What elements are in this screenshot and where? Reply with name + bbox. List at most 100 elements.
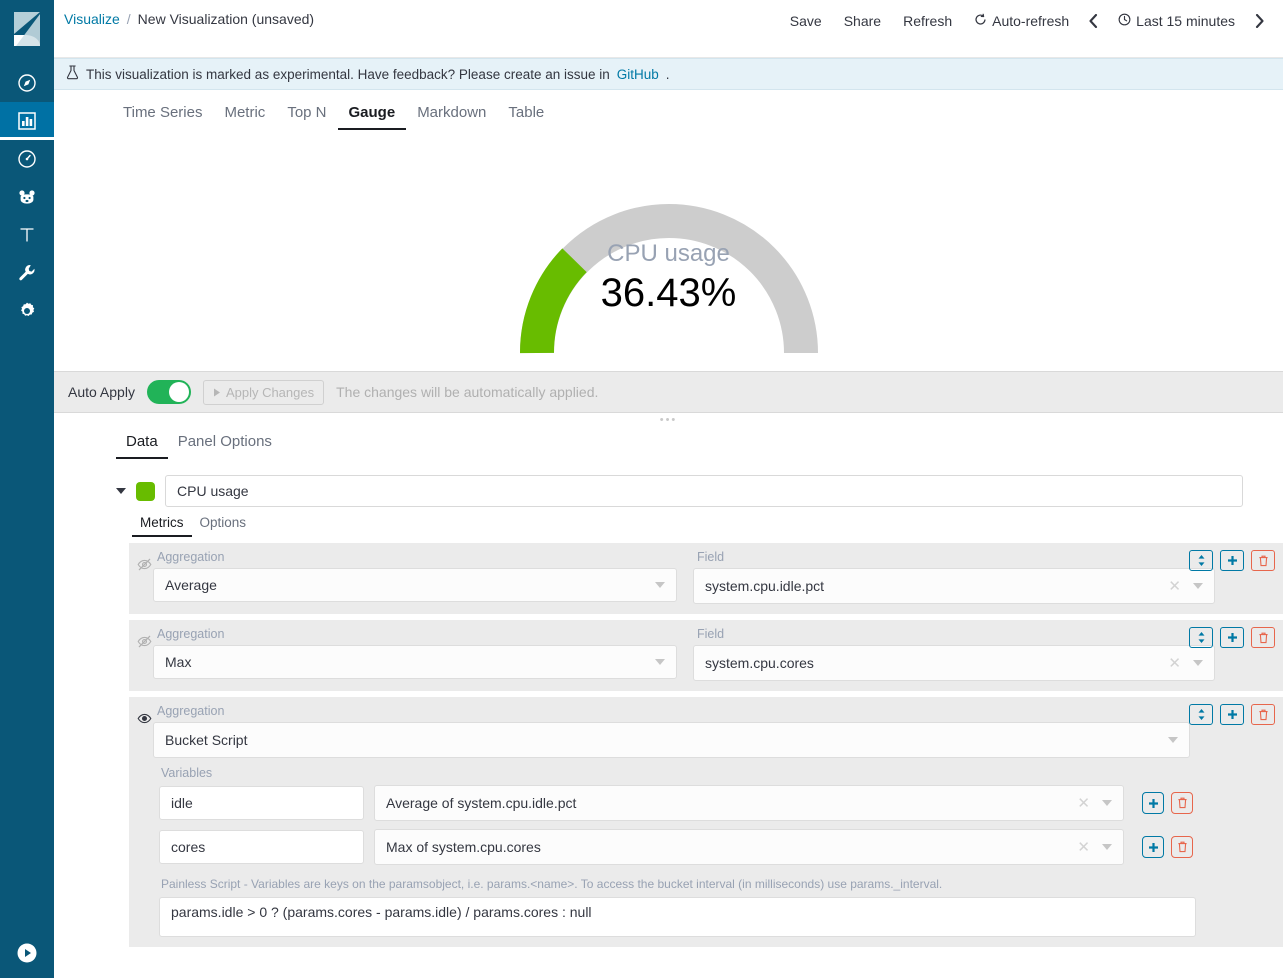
sidebar-item-dashboard[interactable] bbox=[0, 140, 54, 178]
tab-data[interactable]: Data bbox=[116, 430, 168, 459]
sidebar-item-dev-tools[interactable] bbox=[0, 254, 54, 292]
top-bar: Visualize / New Visualization (unsaved) … bbox=[54, 0, 1283, 58]
variable-metric-value: Average of system.cpu.idle.pct bbox=[386, 795, 1070, 811]
field-column: Field system.cpu.cores ✕ bbox=[693, 627, 1215, 681]
aggregation-select[interactable]: Max bbox=[153, 645, 677, 679]
add-metric-button[interactable] bbox=[1220, 704, 1244, 725]
auto-apply-toggle[interactable] bbox=[147, 380, 191, 404]
field-select[interactable]: system.cpu.idle.pct ✕ bbox=[693, 568, 1215, 604]
variable-row: Max of system.cpu.cores ✕ bbox=[159, 829, 1275, 873]
field-label: Field bbox=[693, 550, 1215, 568]
nav-item-list bbox=[0, 64, 54, 330]
callout-period: . bbox=[666, 67, 670, 82]
chevron-down-icon bbox=[655, 582, 665, 588]
chevron-down-icon bbox=[1193, 583, 1203, 589]
time-next-button[interactable] bbox=[1246, 12, 1273, 30]
field-label: Field bbox=[693, 627, 1215, 645]
add-variable-button[interactable] bbox=[1142, 792, 1164, 814]
chevron-down-icon bbox=[1193, 660, 1203, 666]
variable-name-input[interactable] bbox=[159, 786, 364, 820]
aggregation-column: Aggregation Bucket Script bbox=[153, 704, 1275, 758]
clear-icon[interactable]: ✕ bbox=[1070, 794, 1097, 812]
variable-name-input[interactable] bbox=[159, 830, 364, 864]
painless-script-input[interactable]: params.idle > 0 ? (params.cores - params… bbox=[159, 897, 1196, 937]
apply-changes-button[interactable]: Apply Changes bbox=[203, 380, 324, 405]
chevron-down-icon bbox=[655, 659, 665, 665]
sidebar-item-management[interactable] bbox=[0, 292, 54, 330]
aggregation-select[interactable]: Bucket Script bbox=[153, 722, 1190, 758]
aggregation-label: Aggregation bbox=[153, 704, 1275, 722]
play-icon bbox=[213, 385, 221, 400]
save-button[interactable]: Save bbox=[779, 11, 833, 31]
eye-open-icon bbox=[137, 712, 152, 730]
breadcrumb-visualize[interactable]: Visualize bbox=[64, 11, 120, 27]
share-button[interactable]: Share bbox=[833, 11, 892, 31]
tab-metrics[interactable]: Metrics bbox=[132, 513, 192, 537]
kibana-logo[interactable] bbox=[0, 0, 54, 58]
painless-script-help: Painless Script - Variables are keys on … bbox=[159, 873, 1275, 897]
bucket-script-inner: Variables Average of system.cpu.idle.pct… bbox=[129, 760, 1275, 937]
refresh-button[interactable]: Refresh bbox=[892, 11, 963, 31]
tab-table[interactable]: Table bbox=[497, 101, 555, 130]
series-collapse-caret[interactable] bbox=[116, 488, 126, 494]
tab-options[interactable]: Options bbox=[192, 513, 255, 537]
metric-row: Aggregation Max Field system.cpu.cores ✕ bbox=[129, 620, 1283, 691]
time-prev-button[interactable] bbox=[1080, 12, 1107, 30]
tab-gauge[interactable]: Gauge bbox=[338, 101, 407, 130]
delete-metric-button[interactable] bbox=[1251, 550, 1275, 571]
series-color-swatch[interactable] bbox=[136, 482, 155, 501]
bucket-script-body: Variables Average of system.cpu.idle.pct… bbox=[129, 760, 1283, 947]
tab-panel-options[interactable]: Panel Options bbox=[168, 430, 282, 459]
gauge-visualization: CPU usage 36.43% bbox=[54, 130, 1283, 371]
time-range-label: Last 15 minutes bbox=[1136, 13, 1235, 29]
reorder-button[interactable] bbox=[1189, 704, 1213, 725]
global-nav bbox=[0, 0, 54, 978]
time-range-button[interactable]: Last 15 minutes bbox=[1107, 11, 1246, 31]
metric-actions bbox=[1189, 627, 1275, 648]
tab-top-n[interactable]: Top N bbox=[276, 101, 337, 130]
series-label-input[interactable] bbox=[165, 475, 1243, 507]
clear-icon[interactable]: ✕ bbox=[1161, 577, 1188, 595]
auto-refresh-button[interactable]: Auto-refresh bbox=[963, 11, 1080, 31]
variable-metric-select[interactable]: Max of system.cpu.cores ✕ bbox=[374, 829, 1124, 865]
delete-metric-button[interactable] bbox=[1251, 704, 1275, 725]
clear-icon[interactable]: ✕ bbox=[1161, 654, 1188, 672]
gauge-chart: CPU usage 36.43% bbox=[499, 143, 839, 358]
delete-variable-button[interactable] bbox=[1171, 836, 1193, 858]
add-metric-button[interactable] bbox=[1220, 550, 1244, 571]
reorder-button[interactable] bbox=[1189, 627, 1213, 648]
auto-apply-label: Auto Apply bbox=[68, 384, 135, 400]
aggregation-label: Aggregation bbox=[153, 627, 677, 645]
reorder-button[interactable] bbox=[1189, 550, 1213, 571]
nav-collapse-button[interactable] bbox=[0, 942, 54, 964]
dashboard-icon bbox=[17, 149, 37, 169]
metric-visibility-toggle[interactable] bbox=[129, 627, 153, 653]
add-variable-button[interactable] bbox=[1142, 836, 1164, 858]
github-link[interactable]: GitHub bbox=[617, 67, 659, 82]
metric-visibility-toggle[interactable] bbox=[129, 704, 153, 730]
bar-chart-icon bbox=[17, 111, 37, 131]
wrench-icon bbox=[17, 263, 37, 283]
tab-markdown[interactable]: Markdown bbox=[406, 101, 497, 130]
aggregation-select[interactable]: Average bbox=[153, 568, 677, 602]
panel-resize-handle[interactable]: ••• bbox=[54, 413, 1283, 426]
tab-metric[interactable]: Metric bbox=[213, 101, 276, 130]
clear-icon[interactable]: ✕ bbox=[1070, 838, 1097, 856]
metric-visibility-toggle[interactable] bbox=[129, 550, 153, 576]
variable-actions bbox=[1142, 792, 1193, 814]
metric-actions bbox=[1189, 550, 1275, 571]
sidebar-item-visualize[interactable] bbox=[0, 102, 54, 140]
aggregation-value: Bucket Script bbox=[165, 732, 1163, 748]
variable-row: Average of system.cpu.idle.pct ✕ bbox=[159, 785, 1275, 829]
delete-metric-button[interactable] bbox=[1251, 627, 1275, 648]
delete-variable-button[interactable] bbox=[1171, 792, 1193, 814]
sidebar-item-apm[interactable] bbox=[0, 178, 54, 216]
field-select[interactable]: system.cpu.cores ✕ bbox=[693, 645, 1215, 681]
tab-time-series[interactable]: Time Series bbox=[112, 101, 213, 130]
compass-icon bbox=[17, 73, 37, 93]
sidebar-item-discover[interactable] bbox=[0, 64, 54, 102]
add-metric-button[interactable] bbox=[1220, 627, 1244, 648]
metric-row: Aggregation Bucket Script bbox=[129, 697, 1283, 760]
variable-metric-select[interactable]: Average of system.cpu.idle.pct ✕ bbox=[374, 785, 1124, 821]
sidebar-item-timelion[interactable] bbox=[0, 216, 54, 254]
